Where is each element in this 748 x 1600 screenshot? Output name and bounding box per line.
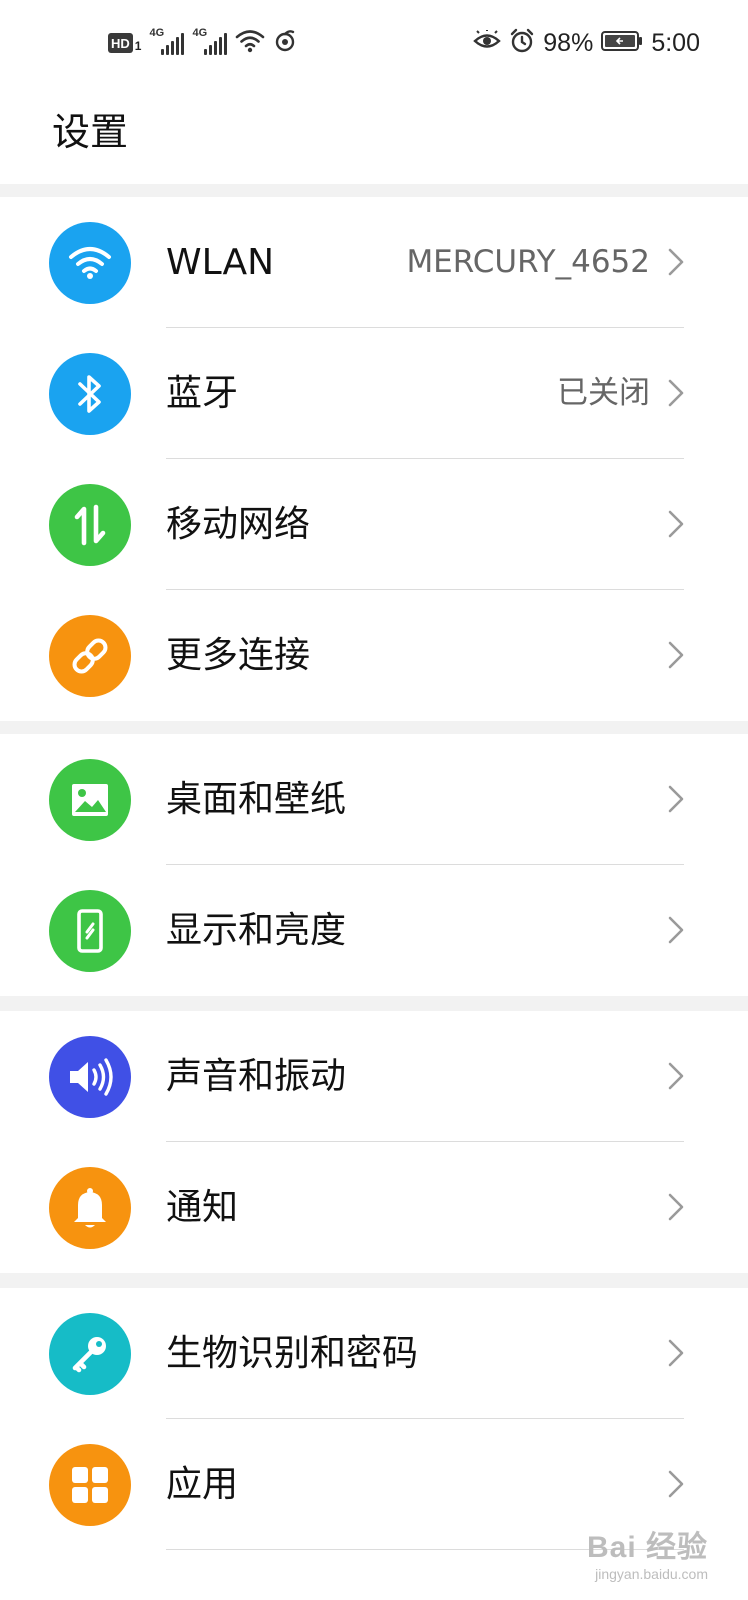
bell-icon — [49, 1167, 131, 1249]
settings-row-label: 显示和亮度 — [166, 910, 347, 951]
settings-row-label: 声音和振动 — [166, 1056, 347, 1097]
chevron-right-icon — [668, 248, 684, 276]
settings-row-wlan[interactable]: WLAN MERCURY_4652 — [0, 197, 748, 328]
page-title: 设置 — [52, 110, 129, 154]
settings-row-biometrics[interactable]: 生物识别和密码 — [0, 1288, 748, 1419]
status-bar: HD 1 4G 4G 98% 5:00 — [0, 0, 748, 84]
settings-group-security: 生物识别和密码 应用 Bai 经验 jingyan.baidu.com — [0, 1288, 748, 1600]
chevron-right-icon — [668, 379, 684, 407]
status-left: HD 1 4G 4G — [108, 27, 297, 58]
sound-icon — [49, 1036, 131, 1118]
settings-row-notifications[interactable]: 通知 — [0, 1142, 748, 1273]
settings-row-wallpaper[interactable]: 桌面和壁纸 — [0, 734, 748, 865]
apps-icon — [49, 1444, 131, 1526]
wallpaper-icon — [49, 759, 131, 841]
chevron-right-icon — [668, 785, 684, 813]
wifi-network-name: MERCURY_4652 — [406, 244, 650, 280]
settings-row-label: 生物识别和密码 — [166, 1333, 419, 1374]
key-icon — [49, 1313, 131, 1395]
settings-row-label: 移动网络 — [166, 504, 311, 545]
chevron-right-icon — [668, 1470, 684, 1498]
settings-row-label: 更多连接 — [166, 635, 311, 676]
settings-row-mobile-network[interactable]: 移动网络 — [0, 459, 748, 590]
chevron-right-icon — [668, 641, 684, 669]
bluetooth-icon — [49, 353, 131, 435]
settings-row-label: WLAN — [166, 242, 275, 283]
alarm-icon — [509, 28, 535, 58]
settings-row-display[interactable]: 显示和亮度 — [0, 865, 748, 996]
settings-row-label: 通知 — [166, 1187, 239, 1228]
settings-group-sound: 声音和振动 通知 — [0, 1011, 748, 1273]
chevron-right-icon — [668, 1339, 684, 1367]
bluetooth-status: 已关闭 — [557, 375, 650, 411]
clock-time: 5:00 — [651, 28, 700, 57]
signal-sim1-icon: 4G — [149, 27, 185, 55]
hd-voice-icon: HD 1 — [108, 33, 141, 53]
eye-comfort-icon — [473, 28, 502, 56]
chevron-right-icon — [668, 916, 684, 944]
settings-row-label: 蓝牙 — [166, 373, 239, 414]
battery-percent: 98% — [543, 28, 594, 57]
chevron-right-icon — [668, 510, 684, 538]
settings-row-label: 桌面和壁纸 — [166, 779, 347, 820]
link-icon — [49, 615, 131, 697]
mobile-data-icon — [49, 484, 131, 566]
wifi-status-icon — [235, 28, 265, 58]
signal-sim2-icon: 4G — [192, 27, 228, 55]
settings-row-bluetooth[interactable]: 蓝牙 已关闭 — [0, 328, 748, 459]
status-right: 98% 5:00 — [473, 26, 700, 60]
wifi-icon — [49, 222, 131, 304]
settings-row-more-connections[interactable]: 更多连接 — [0, 590, 748, 721]
chevron-right-icon — [668, 1062, 684, 1090]
settings-row-label: 应用 — [166, 1464, 239, 1505]
settings-row-sound[interactable]: 声音和振动 — [0, 1011, 748, 1142]
sync-status-icon — [273, 29, 297, 57]
watermark: Bai 经验 jingyan.baidu.com — [586, 1531, 708, 1582]
display-icon — [49, 890, 131, 972]
settings-group-connectivity: WLAN MERCURY_4652 蓝牙 已关闭 移动网络 更多连接 — [0, 197, 748, 721]
page-header: 设置 — [0, 84, 748, 184]
settings-group-display: 桌面和壁纸 显示和亮度 — [0, 734, 748, 996]
battery-charging-icon — [601, 30, 643, 56]
chevron-right-icon — [668, 1193, 684, 1221]
